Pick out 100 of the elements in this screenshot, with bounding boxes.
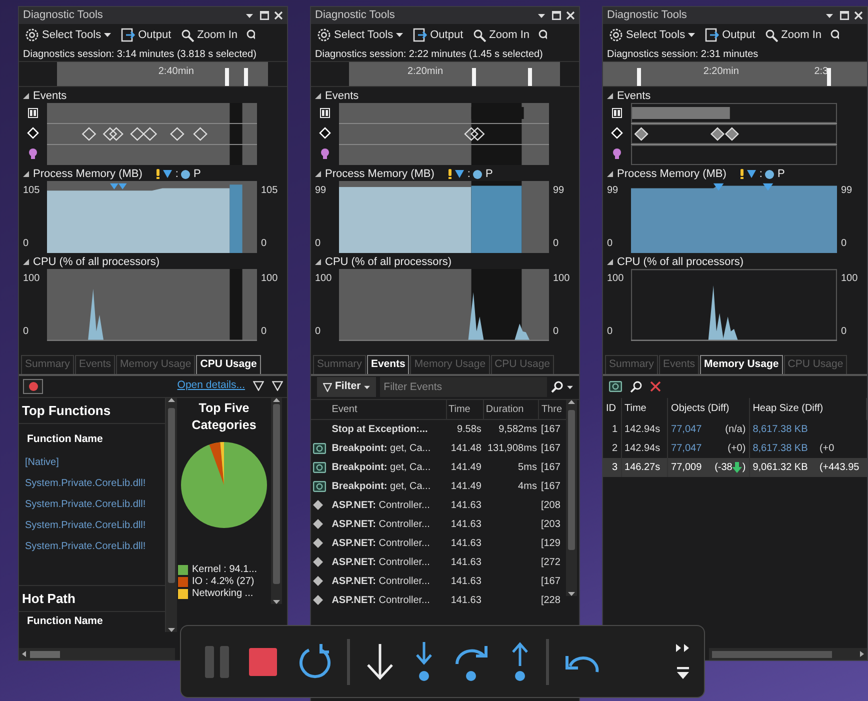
heap-size[interactable]: 8,617.38 KB (749, 438, 816, 458)
section-title: CPU (% of all processors) (33, 254, 160, 270)
collapse-icon[interactable] (315, 171, 321, 177)
event-name[interactable]: ASP.NET: Controller... (330, 552, 446, 572)
event-name[interactable]: ASP.NET: Controller... (330, 514, 446, 534)
stop-icon (249, 648, 277, 676)
event-name[interactable]: Stop at Exception:... (330, 419, 446, 439)
close-icon[interactable] (854, 11, 863, 20)
axis-label: 100 (553, 272, 571, 286)
function-name[interactable]: System.Private.CoreLib.dll! (19, 536, 165, 557)
event-name[interactable]: Breakpoint: get, Ca... (330, 438, 446, 458)
output-button[interactable]: Output (119, 26, 174, 44)
event-name[interactable]: Breakpoint: get, Ca... (330, 476, 446, 496)
dropdown-icon[interactable] (246, 12, 254, 18)
selection-handle[interactable] (244, 68, 248, 86)
camera-icon[interactable] (609, 381, 622, 392)
record-button[interactable] (23, 378, 43, 394)
down-arrow-icon[interactable] (168, 628, 175, 632)
collapse-icon[interactable] (315, 259, 321, 265)
collapse-icon[interactable] (23, 259, 29, 265)
column-header[interactable]: Time (621, 398, 668, 420)
selection-handle[interactable] (528, 68, 532, 86)
left-arrow-icon[interactable] (22, 651, 26, 657)
column-header[interactable]: Duration (483, 400, 539, 420)
object-count[interactable]: 77,047 (668, 420, 708, 439)
event-name[interactable]: ASP.NET: Controller... (330, 590, 446, 610)
scroll-thumb[interactable] (712, 650, 832, 658)
collapse-icon[interactable] (607, 171, 613, 177)
zoom-icon[interactable] (830, 28, 838, 42)
dropdown-icon[interactable] (826, 12, 834, 18)
close-icon[interactable] (566, 11, 575, 20)
event-name[interactable]: ASP.NET: Controller... (330, 496, 446, 515)
delete-icon[interactable] (650, 381, 661, 392)
event-name[interactable]: Breakpoint: get, Ca... (330, 458, 446, 477)
maximize-icon[interactable] (260, 11, 269, 20)
zoom-in-button[interactable]: Zoom In (179, 26, 240, 44)
tab[interactable]: CPU Usage (196, 355, 261, 374)
down-arrow-icon[interactable] (568, 592, 575, 596)
collapse-icon[interactable] (23, 93, 29, 99)
maximize-icon[interactable] (840, 11, 849, 20)
selection-handle[interactable] (472, 68, 476, 86)
zoom-icon[interactable] (246, 28, 254, 42)
down-arrow-icon[interactable] (273, 600, 280, 604)
column-header[interactable]: Objects (Diff) (668, 398, 750, 420)
double-chevron-icon[interactable] (676, 644, 690, 652)
up-arrow-icon[interactable] (168, 398, 175, 402)
filter-icon[interactable] (272, 381, 283, 392)
column-header[interactable]: Time (446, 400, 484, 420)
vertical-scrollbar[interactable] (166, 398, 177, 632)
right-arrow-icon[interactable] (860, 651, 864, 657)
zoom-icon[interactable] (538, 28, 546, 42)
tab[interactable]: Memory Usage (700, 355, 783, 374)
select-tools-button[interactable]: Select Tools (315, 26, 406, 44)
event-time: 141.63 (450, 556, 482, 570)
legend-label: P (777, 166, 785, 182)
vertical-scrollbar[interactable] (271, 398, 282, 604)
column-header[interactable]: Heap Size (Diff) (749, 398, 866, 420)
collapse-icon[interactable] (23, 171, 29, 177)
heap-size[interactable]: 8,617.38 KB (749, 420, 816, 439)
close-icon[interactable] (274, 11, 283, 20)
heap-size[interactable]: 9,061.32 KB (749, 458, 816, 477)
legend-separator: : (467, 166, 470, 182)
object-count[interactable]: 77,009 (668, 458, 708, 477)
filter-icon[interactable] (253, 381, 264, 392)
collapse-icon[interactable] (607, 259, 613, 265)
function-name[interactable]: System.Private.CoreLib.dll! (19, 515, 165, 536)
zoom-in-button[interactable]: Zoom In (471, 26, 532, 44)
scroll-thumb[interactable] (30, 650, 60, 658)
output-button[interactable]: Output (411, 26, 466, 44)
filter-button[interactable]: Filter (317, 377, 376, 398)
collapse-icon[interactable] (315, 93, 321, 99)
horizontal-scrollbar[interactable] (19, 648, 175, 660)
filter-events-field[interactable]: Filter Events (380, 377, 547, 398)
maximize-icon[interactable] (552, 11, 561, 20)
up-arrow-icon[interactable] (273, 398, 280, 402)
column-header[interactable]: Event (330, 400, 446, 420)
up-arrow-icon[interactable] (568, 400, 575, 404)
vertical-scrollbar[interactable] (566, 400, 577, 596)
collapse-icon[interactable] (607, 93, 613, 99)
overflow-icon[interactable] (676, 666, 690, 680)
event-name[interactable]: ASP.NET: Controller... (330, 572, 446, 591)
selection-handle[interactable] (225, 68, 230, 86)
selection-handle[interactable] (827, 68, 832, 86)
object-count[interactable]: 77,047 (668, 438, 708, 458)
select-tools-button[interactable]: Select Tools (23, 26, 114, 44)
diamond-icon (313, 500, 323, 510)
search-icon[interactable] (630, 380, 642, 393)
tab[interactable]: Events (366, 355, 410, 374)
dropdown-icon[interactable] (538, 12, 546, 18)
zoom-in-button[interactable]: Zoom In (763, 26, 824, 44)
function-name[interactable]: [Native] (19, 452, 165, 473)
selection-handle[interactable] (637, 68, 642, 86)
horizontal-scrollbar[interactable] (709, 648, 867, 660)
select-tools-button[interactable]: Select Tools (607, 26, 698, 44)
open-details-link[interactable]: Open details... (177, 378, 245, 394)
output-button[interactable]: Output (703, 26, 758, 44)
function-name[interactable]: System.Private.CoreLib.dll! (19, 473, 165, 494)
event-name[interactable]: ASP.NET: Controller... (330, 534, 446, 553)
column-header[interactable]: ID (603, 398, 622, 420)
function-name[interactable]: System.Private.CoreLib.dll! (19, 494, 165, 515)
